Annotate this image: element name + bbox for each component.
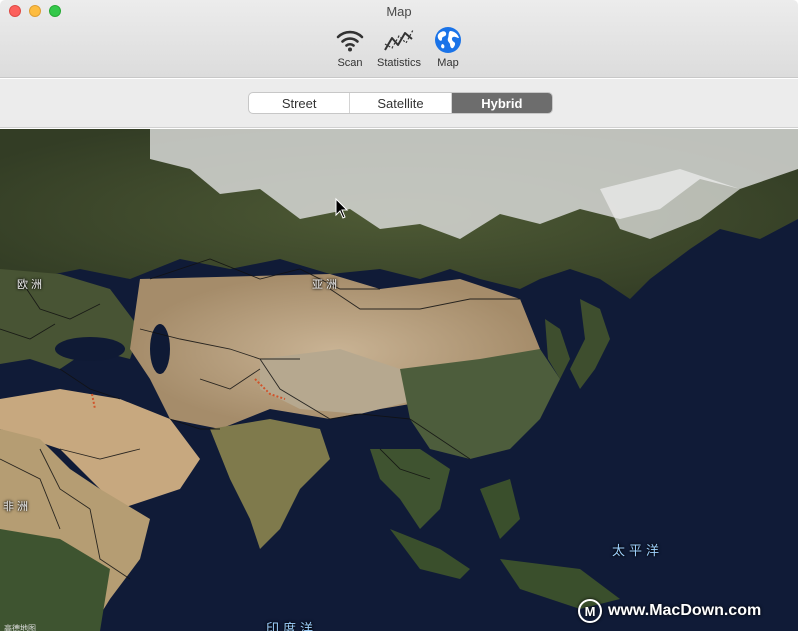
window-title: Map bbox=[386, 4, 412, 19]
map-label-europe: 欧洲 bbox=[17, 279, 45, 291]
map-credit: 高德地图 bbox=[4, 624, 36, 631]
map-window: Map Scan Statistics Map Street Satellite… bbox=[0, 0, 798, 631]
watermark-text: www.MacDown.com bbox=[608, 602, 762, 619]
toolbar-map-label: Map bbox=[437, 57, 459, 69]
segment-hybrid[interactable]: Hybrid bbox=[451, 93, 552, 113]
map-label-asia: 亚洲 bbox=[312, 279, 340, 291]
macdown-logo-icon: M bbox=[578, 599, 602, 623]
map-type-bar: Street Satellite Hybrid bbox=[0, 79, 798, 128]
map-view[interactable]: 欧洲 亚洲 非洲 太平洋 印度洋 高德地图 M www.MacDown.com bbox=[0, 129, 798, 631]
toolbar-map-button[interactable]: Map bbox=[418, 24, 478, 69]
map-type-segmented-control[interactable]: Street Satellite Hybrid bbox=[248, 92, 553, 114]
map-label-africa: 非洲 bbox=[3, 501, 31, 513]
satellite-imagery bbox=[0, 129, 798, 631]
map-label-indian-ocean: 印度洋 bbox=[266, 621, 318, 631]
segment-street[interactable]: Street bbox=[249, 93, 351, 113]
globe-icon bbox=[418, 24, 478, 56]
title-bar: Map Scan Statistics Map bbox=[0, 0, 798, 78]
segment-satellite[interactable]: Satellite bbox=[350, 93, 452, 113]
map-label-pacific-ocean: 太平洋 bbox=[612, 543, 664, 558]
watermark: M www.MacDown.com bbox=[578, 599, 761, 623]
